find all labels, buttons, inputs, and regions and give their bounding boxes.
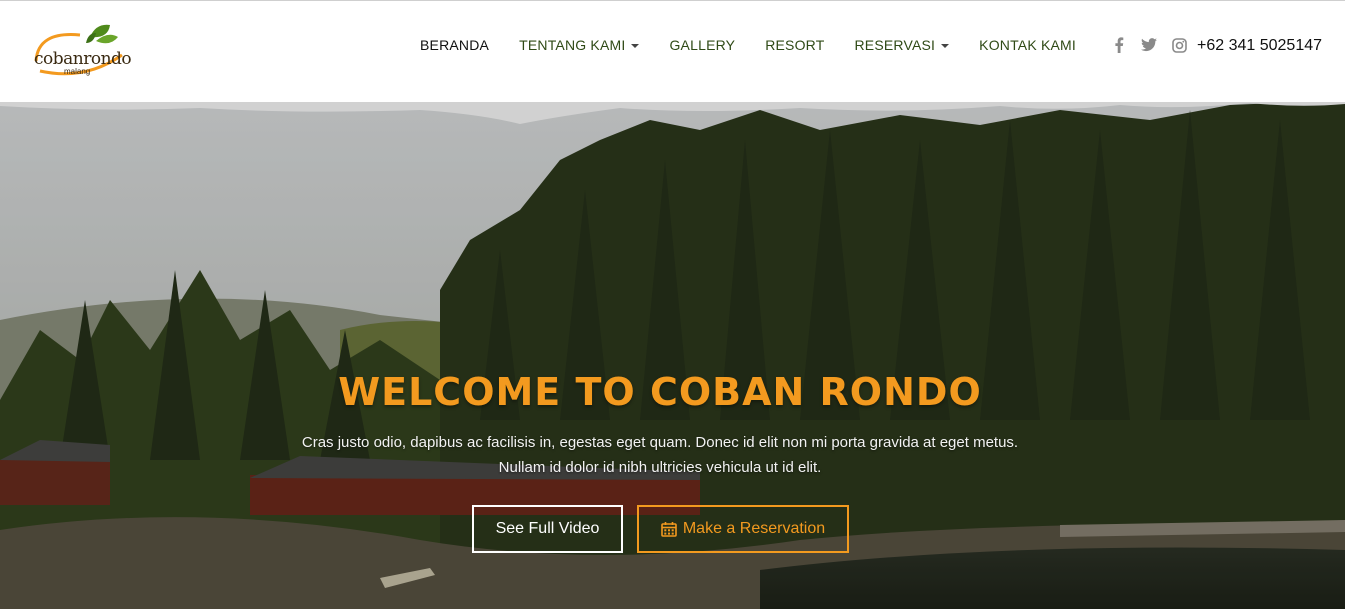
instagram-icon[interactable] xyxy=(1171,37,1187,53)
social-links xyxy=(1111,37,1201,53)
twitter-icon[interactable] xyxy=(1141,37,1157,53)
make-reservation-label: Make a Reservation xyxy=(682,520,826,537)
phone-number[interactable]: +62 341 5025147 xyxy=(1197,37,1322,55)
main-nav: BERANDA TENTANG KAMI GALLERY RESORT RESE… xyxy=(420,37,1106,53)
nav-item-tentang-kami[interactable]: TENTANG KAMI xyxy=(519,37,640,53)
nav-item-kontak-kami[interactable]: KONTAK KAMI xyxy=(979,37,1076,53)
nav-item-gallery[interactable]: GALLERY xyxy=(669,37,735,53)
hero-description: Cras justo odio, dapibus ac facilisis in… xyxy=(250,430,1070,480)
nav-item-beranda[interactable]: BERANDA xyxy=(420,37,489,53)
nav-item-label: GALLERY xyxy=(669,37,736,53)
see-full-video-button[interactable]: See Full Video xyxy=(472,505,623,553)
logo-subtext: malang xyxy=(64,67,91,76)
logo-text: cobanrondo xyxy=(34,49,132,69)
see-full-video-label: See Full Video xyxy=(495,520,600,537)
calendar-icon xyxy=(661,521,677,537)
nav-item-label: RESERVASI xyxy=(854,37,936,53)
chevron-down-icon xyxy=(631,44,640,48)
site-header: cobanrondo malang BERANDA TENTANG KAMI G… xyxy=(0,0,1345,102)
facebook-icon[interactable] xyxy=(1111,37,1127,53)
hero-section: WELCOME TO COBAN RONDO Cras justo odio, … xyxy=(0,100,1345,609)
nav-item-label: KONTAK KAMI xyxy=(979,37,1076,53)
site-logo[interactable]: cobanrondo malang xyxy=(30,21,132,83)
nav-item-label: BERANDA xyxy=(420,37,490,53)
chevron-down-icon xyxy=(941,44,950,48)
nav-item-reservasi[interactable]: RESERVASI xyxy=(855,37,950,53)
hero-description-line-1: Cras justo odio, dapibus ac facilisis in… xyxy=(301,434,1019,451)
make-reservation-button[interactable]: Make a Reservation xyxy=(637,505,849,553)
hero-title: WELCOME TO COBAN RONDO xyxy=(338,370,982,414)
nav-item-resort[interactable]: RESORT xyxy=(765,37,824,53)
nav-item-label: RESORT xyxy=(765,37,825,53)
nav-item-label: TENTANG KAMI xyxy=(519,37,626,53)
hero-description-line-2: Nullam id dolor id nibh ultricies vehicu… xyxy=(498,459,822,476)
